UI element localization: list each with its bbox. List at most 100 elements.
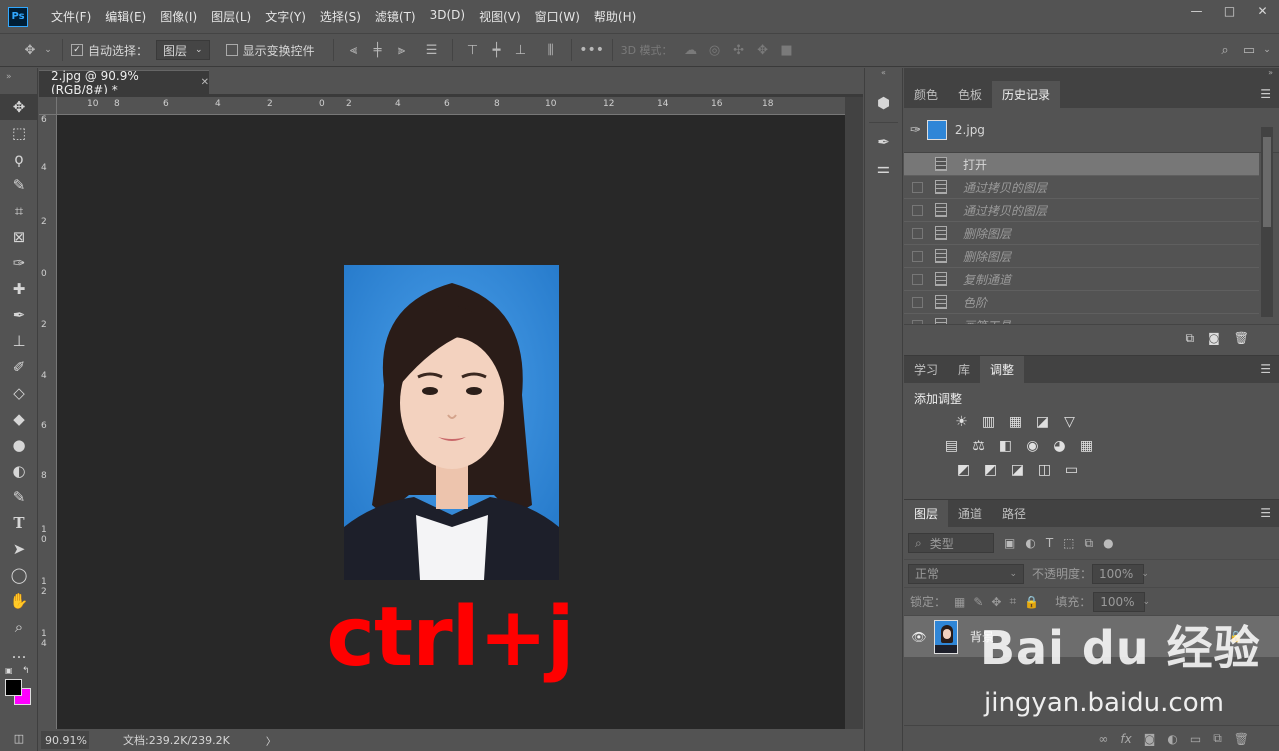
move-tool-icon[interactable]: ✥ xyxy=(18,43,42,58)
history-checkbox[interactable] xyxy=(912,227,923,239)
align-center-h-icon[interactable]: ╪ xyxy=(366,43,390,58)
link-layers-icon[interactable]: ∞ xyxy=(1098,732,1108,746)
quick-mask-icon[interactable]: ◫ xyxy=(0,725,38,751)
menu-item-9[interactable]: 窗口(W) xyxy=(528,8,587,25)
frame-tool-icon[interactable]: ⊠ xyxy=(0,224,38,250)
brush-settings-icon[interactable]: ✒ xyxy=(865,129,902,155)
3d-drag-icon[interactable]: ✣ xyxy=(727,43,751,58)
adjustment-icon[interactable]: ◩ xyxy=(981,462,1000,478)
menu-item-0[interactable]: 文件(F) xyxy=(44,8,98,25)
adjustment-icon[interactable]: ◉ xyxy=(1023,438,1042,454)
panel-menu-icon[interactable]: ☰ xyxy=(1260,506,1271,520)
collapse-icon[interactable]: « xyxy=(865,68,902,80)
brush-tool-icon[interactable]: ✒ xyxy=(0,302,38,328)
opacity-field[interactable]: 100% ⌄ xyxy=(1092,563,1149,584)
properties-icon[interactable]: ⚌ xyxy=(865,155,902,181)
history-item[interactable]: 打开 xyxy=(904,153,1259,176)
fx-icon[interactable]: fx xyxy=(1120,732,1131,746)
type-tool-icon[interactable]: T xyxy=(0,510,38,536)
paint-bucket-icon[interactable]: ◆ xyxy=(0,406,38,432)
marquee-tool-icon[interactable]: ⬚ xyxy=(0,120,38,146)
3d-orbit-icon[interactable]: ☁ xyxy=(679,43,703,58)
blur-tool-icon[interactable]: ● xyxy=(0,432,38,458)
3d-panel-icon[interactable]: ⬢ xyxy=(865,90,902,116)
chevron-down-icon[interactable]: ⌄ xyxy=(42,45,54,55)
adjustment-icon[interactable]: ▭ xyxy=(1062,462,1081,478)
lock-all-icon[interactable]: 🔒 xyxy=(1024,595,1039,609)
tab-paths[interactable]: 路径 xyxy=(992,500,1036,527)
new-layer-icon[interactable]: ⧉ xyxy=(1213,731,1222,746)
history-checkbox[interactable] xyxy=(912,158,923,170)
stamp-tool-icon[interactable]: ⊥ xyxy=(0,328,38,354)
maximize-button[interactable]: □ xyxy=(1213,0,1246,22)
move-tool-icon[interactable]: ✥ xyxy=(0,94,38,120)
history-item[interactable]: 通过拷贝的图层 xyxy=(904,176,1259,199)
adjustment-icon[interactable]: ▦ xyxy=(1006,414,1025,430)
expand-icon[interactable]: » xyxy=(1268,68,1273,77)
history-item[interactable]: 通过拷贝的图层 xyxy=(904,199,1259,222)
tab-learn[interactable]: 学习 xyxy=(904,356,948,383)
history-snapshot[interactable]: ✑ 2.jpg xyxy=(904,108,1279,153)
ellipse-tool-icon[interactable]: ◯ xyxy=(0,562,38,588)
tab-swatches[interactable]: 色板 xyxy=(948,81,992,108)
eraser-tool-icon[interactable]: ◇ xyxy=(0,380,38,406)
tab-history[interactable]: 历史记录 xyxy=(992,81,1061,108)
menu-item-3[interactable]: 图层(L) xyxy=(204,8,258,25)
pen-tool-icon[interactable]: ✎ xyxy=(0,484,38,510)
eyedropper-tool-icon[interactable]: ✑ xyxy=(0,250,38,276)
history-checkbox[interactable] xyxy=(912,296,923,308)
distribute-v-icon[interactable]: ⫼ xyxy=(539,43,563,58)
dodge-tool-icon[interactable]: ◐ xyxy=(0,458,38,484)
align-left-icon[interactable]: ⫷ xyxy=(342,43,366,58)
blend-mode-dropdown[interactable]: 正常 ⌄ xyxy=(908,563,1024,584)
auto-select-dropdown[interactable]: 图层 ⌄ xyxy=(156,40,210,60)
adjustment-icon[interactable]: ▦ xyxy=(1077,438,1096,454)
menu-item-7[interactable]: 3D(D) xyxy=(423,8,472,25)
history-item[interactable]: 复制通道 xyxy=(904,268,1259,291)
adjustment-icon[interactable]: ◩ xyxy=(954,462,973,478)
collapse-icon[interactable]: » xyxy=(0,68,37,94)
auto-select-checkbox[interactable]: ✓ xyxy=(71,44,83,56)
menu-item-5[interactable]: 选择(S) xyxy=(313,8,368,25)
adjustment-icon[interactable]: ⚖ xyxy=(969,438,988,454)
align-right-icon[interactable]: ⫸ xyxy=(390,43,414,58)
zoom-field[interactable]: 90.91% xyxy=(41,731,89,749)
search-icon[interactable]: ⌕ xyxy=(1213,43,1237,58)
panel-menu-icon[interactable]: ☰ xyxy=(1260,362,1271,376)
pixel-filter-icon[interactable]: ▣ xyxy=(1004,536,1015,550)
adjustment-icon[interactable]: ▽ xyxy=(1060,414,1079,430)
menu-item-6[interactable]: 滤镜(T) xyxy=(368,8,423,25)
3d-roll-icon[interactable]: ◎ xyxy=(703,43,727,58)
healing-brush-icon[interactable]: ✚ xyxy=(0,276,38,302)
tab-adjustments[interactable]: 调整 xyxy=(980,356,1025,383)
new-group-icon[interactable]: ▭ xyxy=(1190,732,1201,746)
history-checkbox[interactable] xyxy=(912,204,923,216)
menu-item-1[interactable]: 编辑(E) xyxy=(98,8,153,25)
tab-libraries[interactable]: 库 xyxy=(948,356,980,383)
type-filter-icon[interactable]: T xyxy=(1046,536,1053,550)
tab-channels[interactable]: 通道 xyxy=(948,500,992,527)
distribute-icon[interactable]: ☰ xyxy=(420,43,444,58)
close-tab-icon[interactable]: ✕ xyxy=(201,77,209,88)
layer-filter-dropdown[interactable]: ⌕ 类型 xyxy=(908,533,994,553)
close-button[interactable]: ✕ xyxy=(1246,0,1279,22)
smart-object-filter-icon[interactable]: ⧉ xyxy=(1085,536,1094,551)
adjustment-icon[interactable]: ◧ xyxy=(996,438,1015,454)
panel-menu-icon[interactable]: ☰ xyxy=(1260,87,1271,101)
adjustment-filter-icon[interactable]: ◐ xyxy=(1025,536,1035,550)
tab-layers[interactable]: 图层 xyxy=(904,500,949,527)
eye-visibility-icon[interactable]: 👁 xyxy=(904,630,934,644)
history-scrollbar[interactable] xyxy=(1261,127,1273,317)
lock-pixels-icon[interactable]: ▦ xyxy=(954,595,965,609)
history-checkbox[interactable] xyxy=(912,273,923,285)
menu-item-4[interactable]: 文字(Y) xyxy=(258,8,313,25)
portrait-photo[interactable] xyxy=(344,265,559,580)
history-item[interactable]: 删除图层 xyxy=(904,245,1259,268)
menu-item-8[interactable]: 视图(V) xyxy=(472,8,528,25)
menu-item-10[interactable]: 帮助(H) xyxy=(587,8,643,25)
3d-scale-icon[interactable]: ■ xyxy=(775,43,799,58)
camera-icon[interactable]: ◙ xyxy=(1208,331,1220,345)
quick-select-tool-icon[interactable]: ✎ xyxy=(0,172,38,198)
history-checkbox[interactable] xyxy=(912,181,923,193)
history-item[interactable]: 删除图层 xyxy=(904,222,1259,245)
